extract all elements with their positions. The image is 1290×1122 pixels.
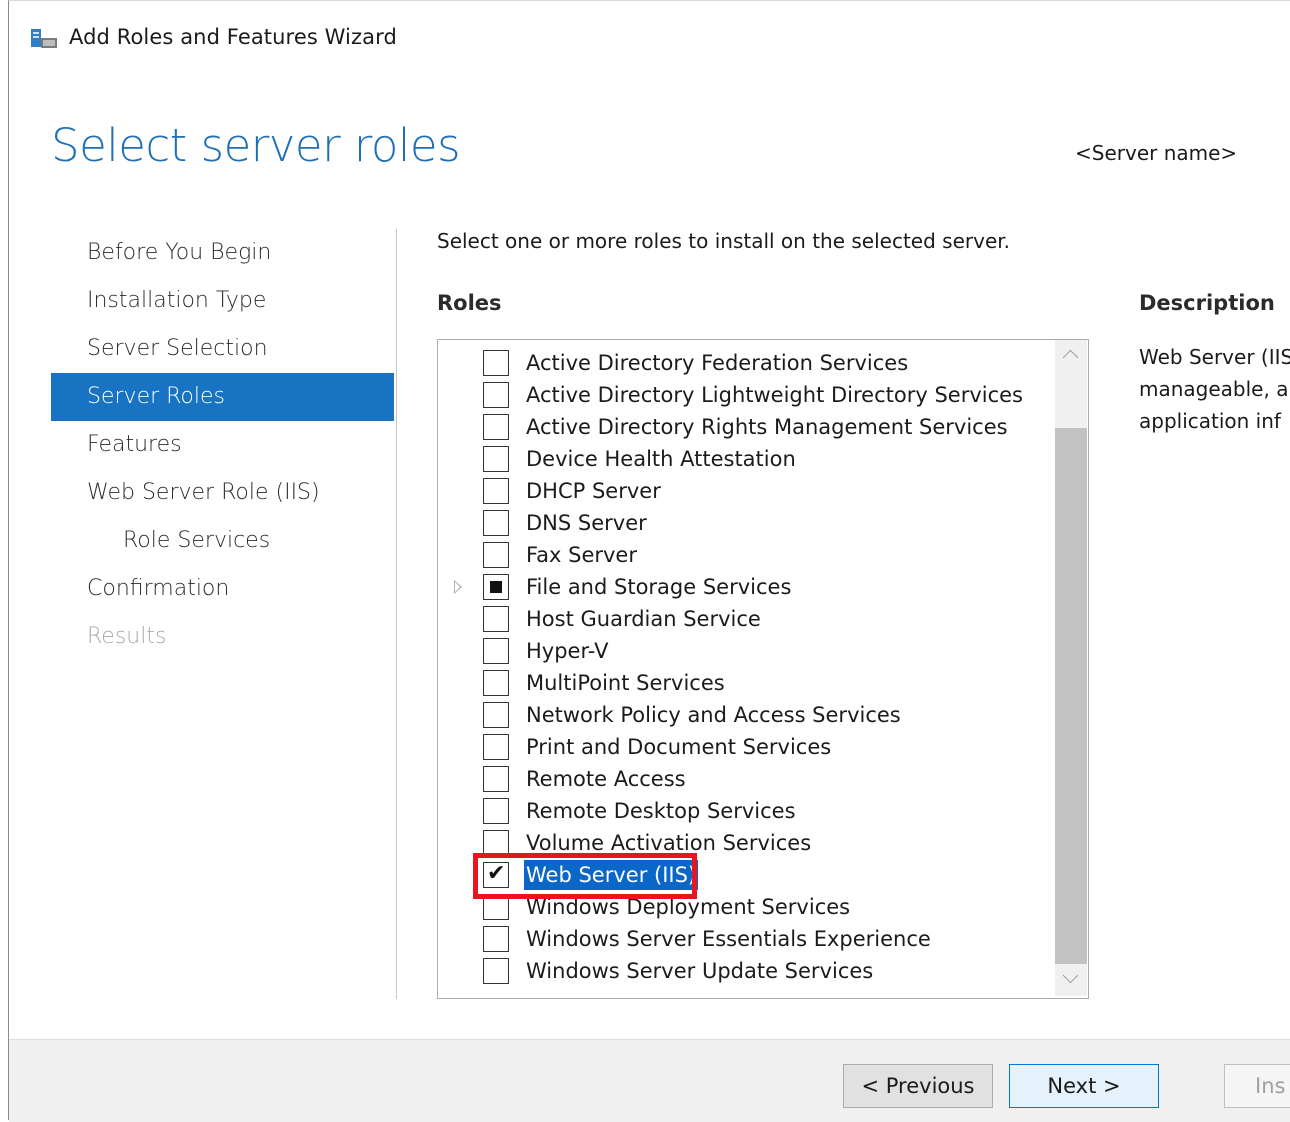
role-row[interactable]: Windows Server Essentials Experience	[438, 924, 1052, 956]
nav-item-before-you-begin[interactable]: Before You Begin	[51, 229, 394, 277]
scroll-down-button[interactable]	[1055, 966, 1087, 996]
install-button[interactable]: Ins	[1224, 1064, 1290, 1108]
roles-scrollbar[interactable]	[1055, 340, 1087, 996]
role-checkbox[interactable]	[483, 638, 509, 664]
role-label[interactable]: Active Directory Rights Management Servi…	[524, 412, 1010, 442]
role-row[interactable]: ✔ Web Server (IIS)	[438, 860, 1052, 892]
role-label[interactable]: Remote Desktop Services	[524, 796, 798, 826]
wizard-footer: < Previous Next > Ins	[9, 1039, 1290, 1122]
role-checkbox[interactable]	[483, 606, 509, 632]
server-manager-icon	[31, 29, 57, 48]
chevron-down-icon	[1062, 967, 1079, 984]
role-label[interactable]: MultiPoint Services	[524, 668, 727, 698]
role-row[interactable]: Remote Access	[438, 764, 1052, 796]
role-label[interactable]: Active Directory Federation Services	[524, 348, 910, 378]
role-label[interactable]: Remote Access	[524, 764, 688, 794]
role-row[interactable]: Remote Desktop Services	[438, 796, 1052, 828]
role-label[interactable]: Device Health Attestation	[524, 444, 798, 474]
nav-divider	[396, 229, 397, 999]
description-line: application inf	[1139, 409, 1281, 433]
description-line: Web Server (IIS	[1139, 345, 1290, 369]
role-label[interactable]: DNS Server	[524, 508, 649, 538]
scroll-up-button[interactable]	[1055, 340, 1087, 370]
role-checkbox[interactable]	[483, 926, 509, 952]
role-row[interactable]: Volume Activation Services	[438, 828, 1052, 860]
role-checkbox[interactable]	[483, 958, 509, 984]
role-label[interactable]: Volume Activation Services	[524, 828, 813, 858]
nav-item-confirmation[interactable]: Confirmation	[51, 565, 394, 613]
role-checkbox[interactable]	[483, 510, 509, 536]
role-checkbox[interactable]	[483, 542, 509, 568]
role-row[interactable]: Device Health Attestation	[438, 444, 1052, 476]
role-checkbox[interactable]	[483, 670, 509, 696]
previous-button[interactable]: < Previous	[843, 1064, 993, 1108]
role-checkbox[interactable]	[483, 798, 509, 824]
role-label[interactable]: Windows Deployment Services	[524, 892, 852, 922]
role-checkbox[interactable]	[483, 350, 509, 376]
title-bar: Add Roles and Features Wizard	[9, 1, 1290, 67]
server-name: <Server name>	[1075, 141, 1238, 165]
role-label[interactable]: DHCP Server	[524, 476, 663, 506]
role-row[interactable]: DNS Server	[438, 508, 1052, 540]
scroll-thumb[interactable]	[1055, 428, 1087, 964]
role-row[interactable]: Hyper-V	[438, 636, 1052, 668]
role-label[interactable]: Windows Server Update Services	[524, 956, 875, 986]
nav-item-server-selection[interactable]: Server Selection	[51, 325, 394, 373]
checkmark-icon: ✔	[487, 861, 506, 886]
role-checkbox[interactable]	[483, 766, 509, 792]
roles-list[interactable]: Windows Server Update Services Windows Se…	[437, 339, 1089, 999]
role-label[interactable]: Web Server (IIS)	[524, 860, 699, 890]
nav-item-web-server-role-iis[interactable]: Web Server Role (IIS)	[51, 469, 394, 517]
chevron-up-icon	[1062, 349, 1079, 366]
role-label[interactable]: Print and Document Services	[524, 732, 833, 762]
role-label[interactable]: Hyper-V	[524, 636, 610, 666]
role-row[interactable]: Active Directory Rights Management Servi…	[438, 412, 1052, 444]
role-label[interactable]: Windows Server Essentials Experience	[524, 924, 933, 954]
nav-item-installation-type[interactable]: Installation Type	[51, 277, 394, 325]
role-row[interactable]: DHCP Server	[438, 476, 1052, 508]
role-checkbox[interactable]	[483, 574, 509, 600]
wizard-window: Add Roles and Features Wizard Select ser…	[8, 0, 1290, 1122]
instruction-text: Select one or more roles to install on t…	[437, 229, 1010, 253]
role-row[interactable]: Active Directory Lightweight Directory S…	[438, 380, 1052, 412]
role-label[interactable]: File and Storage Services	[524, 572, 793, 602]
role-checkbox[interactable]	[483, 382, 509, 408]
nav-item-features[interactable]: Features	[51, 421, 394, 469]
description-line: manageable, a	[1139, 377, 1289, 401]
role-checkbox[interactable]: ✔	[483, 861, 509, 888]
nav-item-results: Results	[87, 624, 167, 649]
role-row[interactable]: Print and Document Services	[438, 732, 1052, 764]
role-row[interactable]: Host Guardian Service	[438, 604, 1052, 636]
nav-item-role-services[interactable]: Role Services	[51, 517, 394, 565]
role-row[interactable]: Windows Server Update Services	[438, 956, 1052, 988]
wizard-nav: Before You Begin Installation Type Server …	[51, 229, 394, 661]
role-checkbox[interactable]	[483, 414, 509, 440]
role-checkbox[interactable]	[483, 734, 509, 760]
role-checkbox[interactable]	[483, 702, 509, 728]
role-row[interactable]: File and Storage Services	[438, 572, 1052, 604]
description-header: Description	[1139, 291, 1275, 315]
role-label[interactable]: Host Guardian Service	[524, 604, 763, 634]
role-checkbox[interactable]	[483, 446, 509, 472]
role-row[interactable]: MultiPoint Services	[438, 668, 1052, 700]
window-title: Add Roles and Features Wizard	[69, 25, 397, 49]
expand-triangle-icon[interactable]	[454, 580, 462, 594]
role-row[interactable]: Network Policy and Access Services	[438, 700, 1052, 732]
role-checkbox[interactable]	[483, 478, 509, 504]
role-row[interactable]: Windows Deployment Services	[438, 892, 1052, 924]
page-title: Select server roles	[51, 119, 461, 172]
role-checkbox[interactable]	[483, 894, 509, 920]
role-label[interactable]: Network Policy and Access Services	[524, 700, 903, 730]
description-text: Web Server (IIS manageable, a application …	[1139, 341, 1290, 437]
role-label[interactable]: Active Directory Lightweight Directory S…	[524, 380, 1025, 410]
roles-header: Roles	[437, 291, 502, 315]
role-checkbox[interactable]	[483, 830, 509, 856]
role-label[interactable]: Fax Server	[524, 540, 639, 570]
nav-item-server-roles[interactable]: Server Roles	[51, 373, 394, 421]
next-button[interactable]: Next >	[1009, 1064, 1159, 1108]
role-row[interactable]: Fax Server	[438, 540, 1052, 572]
role-row[interactable]: Active Directory Federation Services	[438, 348, 1052, 380]
